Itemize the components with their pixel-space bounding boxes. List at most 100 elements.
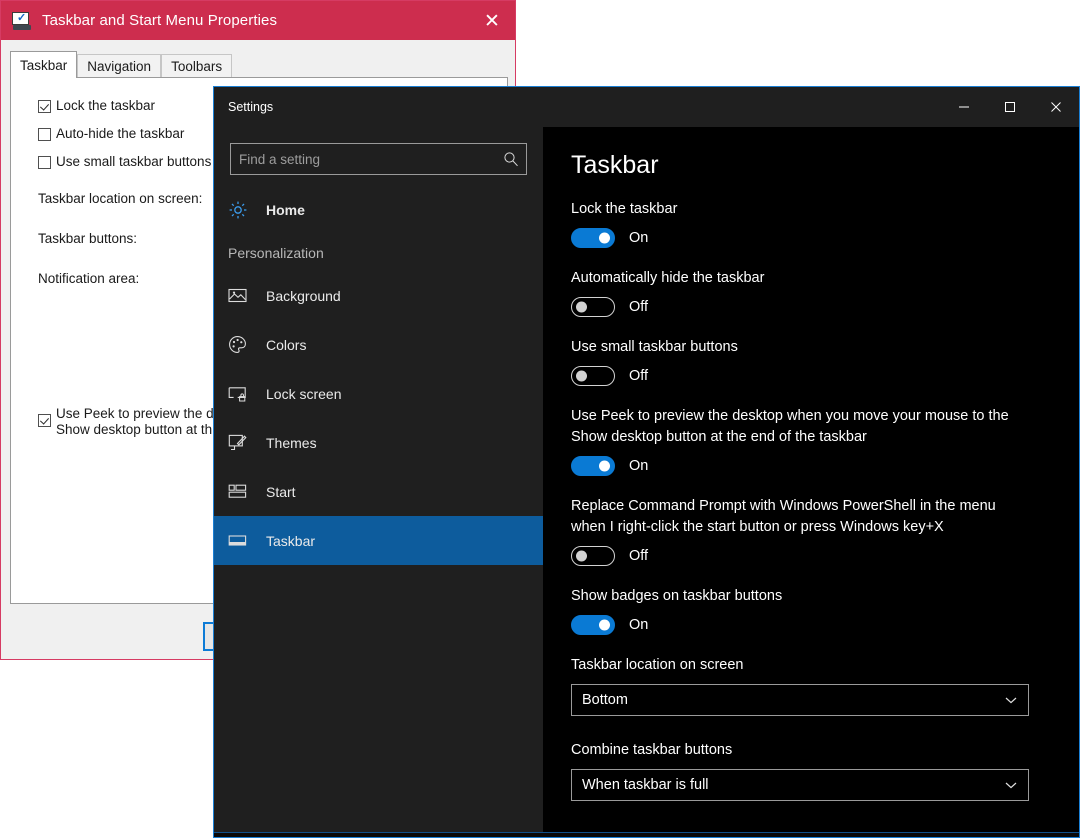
label-taskbar-buttons: Taskbar buttons: (38, 231, 138, 246)
checkbox-box[interactable] (38, 100, 51, 113)
setting-use-peek: Use Peek to preview the desktop when you… (571, 406, 1047, 476)
setting-lock-the-taskbar: Lock the taskbar On (571, 199, 1047, 248)
settings-content-pane: Taskbar Lock the taskbar On Automaticall… (543, 127, 1079, 837)
classic-dialog-title: Taskbar and Start Menu Properties (42, 12, 278, 29)
page-title: Taskbar (571, 151, 659, 179)
screenshot-stage: ✓ Taskbar and Start Menu Properties ✕ Ta… (0, 0, 1080, 838)
label-notification-area: Notification area: (38, 271, 140, 286)
classic-tab-strip: Taskbar Navigation Toolbars (10, 51, 508, 78)
toggle-use-small-taskbar-buttons[interactable] (571, 366, 615, 386)
close-icon[interactable] (1033, 87, 1079, 127)
toggle-show-badges[interactable] (571, 615, 615, 635)
sidebar-item-home[interactable]: Home (214, 193, 543, 227)
setting-taskbar-location: Taskbar location on screen Bottom (571, 655, 1047, 716)
checkbox-lock-the-taskbar[interactable]: Lock the taskbar (38, 98, 155, 113)
setting-label: Replace Command Prompt with Windows Powe… (571, 498, 996, 535)
dropdown-combine-taskbar-buttons[interactable]: When taskbar is full (571, 769, 1029, 801)
chevron-down-icon (1004, 778, 1018, 792)
search-box[interactable] (230, 143, 527, 175)
tab-navigation[interactable]: Navigation (77, 54, 162, 78)
toggle-row: On (571, 228, 1047, 248)
sidebar-item-taskbar[interactable]: Taskbar (214, 516, 543, 565)
lock-screen-icon (228, 383, 254, 405)
settings-window-title: Settings (228, 100, 274, 114)
sidebar-item-colors[interactable]: Colors (214, 320, 543, 369)
sidebar-item-label: Taskbar (266, 532, 316, 549)
toggle-state: Off (629, 548, 649, 564)
settings-titlebar[interactable]: Settings (214, 87, 1079, 127)
tab-toolbars[interactable]: Toolbars (161, 54, 233, 78)
sidebar-item-background[interactable]: Background (214, 271, 543, 320)
palette-icon (228, 334, 254, 356)
setting-label: Use small taskbar buttons (571, 339, 738, 355)
taskbar-properties-icon: ✓ (12, 11, 32, 30)
setting-label: Show badges on taskbar buttons (571, 588, 783, 604)
themes-icon (228, 432, 254, 454)
tab-strip-filler (232, 53, 508, 78)
maximize-icon[interactable] (987, 87, 1033, 127)
settings-body: Home Personalization Background (214, 127, 1079, 837)
setting-label: Combine taskbar buttons (571, 742, 733, 758)
checkbox-box[interactable] (38, 128, 51, 141)
checkbox-box[interactable] (38, 414, 51, 427)
settings-window: Settings Find a setting Home Personaliza… (213, 86, 1080, 838)
settings-sidebar: Home Personalization Background (214, 127, 543, 837)
sidebar-item-lock-screen[interactable]: Lock screen (214, 369, 543, 418)
toggle-auto-hide-taskbar[interactable] (571, 297, 615, 317)
toggle-state: On (629, 230, 649, 246)
start-icon (228, 481, 254, 503)
sidebar-item-label: Start (266, 483, 296, 500)
label-taskbar-location: Taskbar location on screen: (38, 191, 203, 206)
close-icon[interactable]: ✕ (469, 1, 515, 40)
toggle-lock-the-taskbar[interactable] (571, 228, 615, 248)
setting-label: Taskbar location on screen (571, 657, 744, 673)
toggle-use-peek[interactable] (571, 456, 615, 476)
setting-combine-taskbar-buttons: Combine taskbar buttons When taskbar is … (571, 740, 1047, 801)
search-input[interactable] (231, 151, 496, 167)
toggle-state: On (629, 458, 649, 474)
checkbox-use-small-taskbar-buttons[interactable]: Use small taskbar buttons (38, 154, 211, 169)
sidebar-section-personalization: Personalization (228, 245, 324, 261)
sidebar-item-themes[interactable]: Themes (214, 418, 543, 467)
dropdown-value: Bottom (582, 692, 628, 708)
setting-label: Lock the taskbar (571, 201, 678, 217)
checkbox-use-peek[interactable]: Use Peek to preview the d Show desktop b… (38, 406, 214, 438)
checkbox-box[interactable] (38, 156, 51, 169)
sidebar-item-label: Lock screen (266, 385, 342, 402)
toggle-state: Off (629, 299, 649, 315)
dropdown-value: When taskbar is full (582, 777, 709, 793)
setting-label: Use Peek to preview the desktop when you… (571, 408, 1009, 445)
setting-show-badges: Show badges on taskbar buttons On (571, 586, 1047, 635)
setting-use-small-taskbar-buttons: Use small taskbar buttons Off (571, 337, 1047, 386)
tab-taskbar[interactable]: Taskbar (10, 51, 78, 78)
peek-line-2: Show desktop button at th (56, 422, 213, 437)
toggle-row: Off (571, 366, 1047, 386)
toggle-row: Off (571, 546, 1047, 566)
toggle-row: Off (571, 297, 1047, 317)
toggle-state: On (629, 617, 649, 633)
toggle-replace-command-prompt[interactable] (571, 546, 615, 566)
setting-auto-hide-taskbar: Automatically hide the taskbar Off (571, 268, 1047, 317)
toggle-row: On (571, 615, 1047, 635)
taskbar-icon (228, 530, 254, 552)
minimize-icon[interactable] (941, 87, 987, 127)
classic-dialog-titlebar[interactable]: ✓ Taskbar and Start Menu Properties ✕ (1, 1, 515, 40)
peek-line-1: Use Peek to preview the d (56, 406, 214, 421)
toggle-state: Off (629, 368, 649, 384)
checkbox-label-multiline: Use Peek to preview the d Show desktop b… (56, 406, 214, 438)
setting-label: Automatically hide the taskbar (571, 270, 765, 286)
sidebar-item-start[interactable]: Start (214, 467, 543, 516)
sidebar-item-label: Colors (266, 336, 307, 353)
checkbox-label: Lock the taskbar (56, 98, 156, 113)
gear-icon (228, 199, 254, 221)
search-icon[interactable] (496, 151, 526, 167)
toggle-row: On (571, 456, 1047, 476)
dropdown-taskbar-location[interactable]: Bottom (571, 684, 1029, 716)
image-icon (228, 285, 254, 307)
desktop-taskbar-sliver (214, 832, 1079, 837)
checkbox-label: Use small taskbar buttons (56, 154, 212, 169)
checkbox-auto-hide-the-taskbar[interactable]: Auto-hide the taskbar (38, 126, 184, 141)
setting-replace-command-prompt: Replace Command Prompt with Windows Powe… (571, 496, 1047, 566)
checkbox-label: Auto-hide the taskbar (56, 126, 185, 141)
window-controls (941, 87, 1079, 127)
